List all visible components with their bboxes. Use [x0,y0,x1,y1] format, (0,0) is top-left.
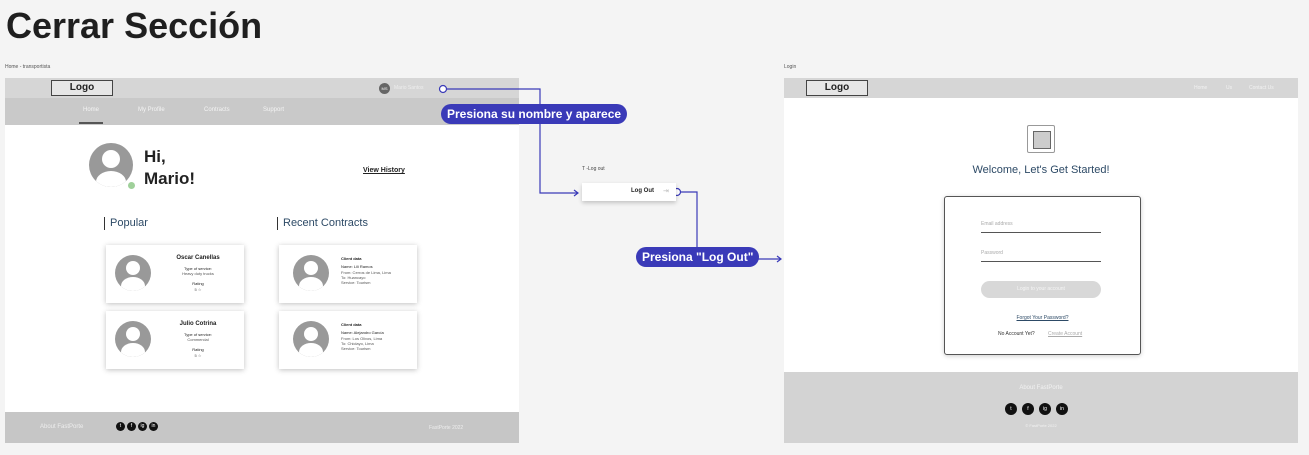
login-form: Email address Password Login to your acc… [944,196,1141,355]
instagram-icon[interactable]: ig [1039,403,1051,415]
create-account-link[interactable]: Create Account [1048,331,1082,337]
logout-menu-item[interactable]: Log Out [631,188,654,194]
login-footer-about[interactable]: About FastPorte [784,385,1298,391]
no-account-text: No Account Yet? [998,331,1035,337]
login-nav-contact[interactable]: Contact Us [1249,85,1274,91]
dropdown-frame-label: T -Log out [582,166,605,172]
facebook-icon[interactable]: f [1022,403,1034,415]
email-field[interactable]: Email address [981,219,1101,233]
login-nav-home[interactable]: Home [1194,85,1207,91]
login-nav-us[interactable]: Us [1226,85,1232,91]
login-footer: About FastPorte t f ig in © FastPorte 20… [784,372,1298,443]
image-placeholder-icon [1033,131,1051,149]
linkedin-icon[interactable]: in [1056,403,1068,415]
app-logo-placeholder [1027,125,1055,153]
annotation-press-name: Presiona su nombre y aparece [441,104,628,124]
annotation-press-logout: Presiona "Log Out" [636,247,760,267]
login-frame: Logo Home Us Contact Us Welcome, Let's G… [784,78,1298,443]
login-header: Logo Home Us Contact Us [784,78,1298,98]
forgot-password-link[interactable]: Forgot Your Password? [945,315,1140,321]
twitter-icon[interactable]: t [1005,403,1017,415]
login-logo[interactable]: Logo [806,80,868,96]
user-dropdown-menu: Log Out ⇥ [582,183,676,201]
welcome-heading: Welcome, Let's Get Started! [972,164,1110,176]
login-footer-copyright: © FastPorte 2022 [1025,423,1057,428]
password-field[interactable]: Password [981,248,1101,262]
logout-icon: ⇥ [663,188,669,195]
login-button[interactable]: Login to your account [981,281,1101,298]
